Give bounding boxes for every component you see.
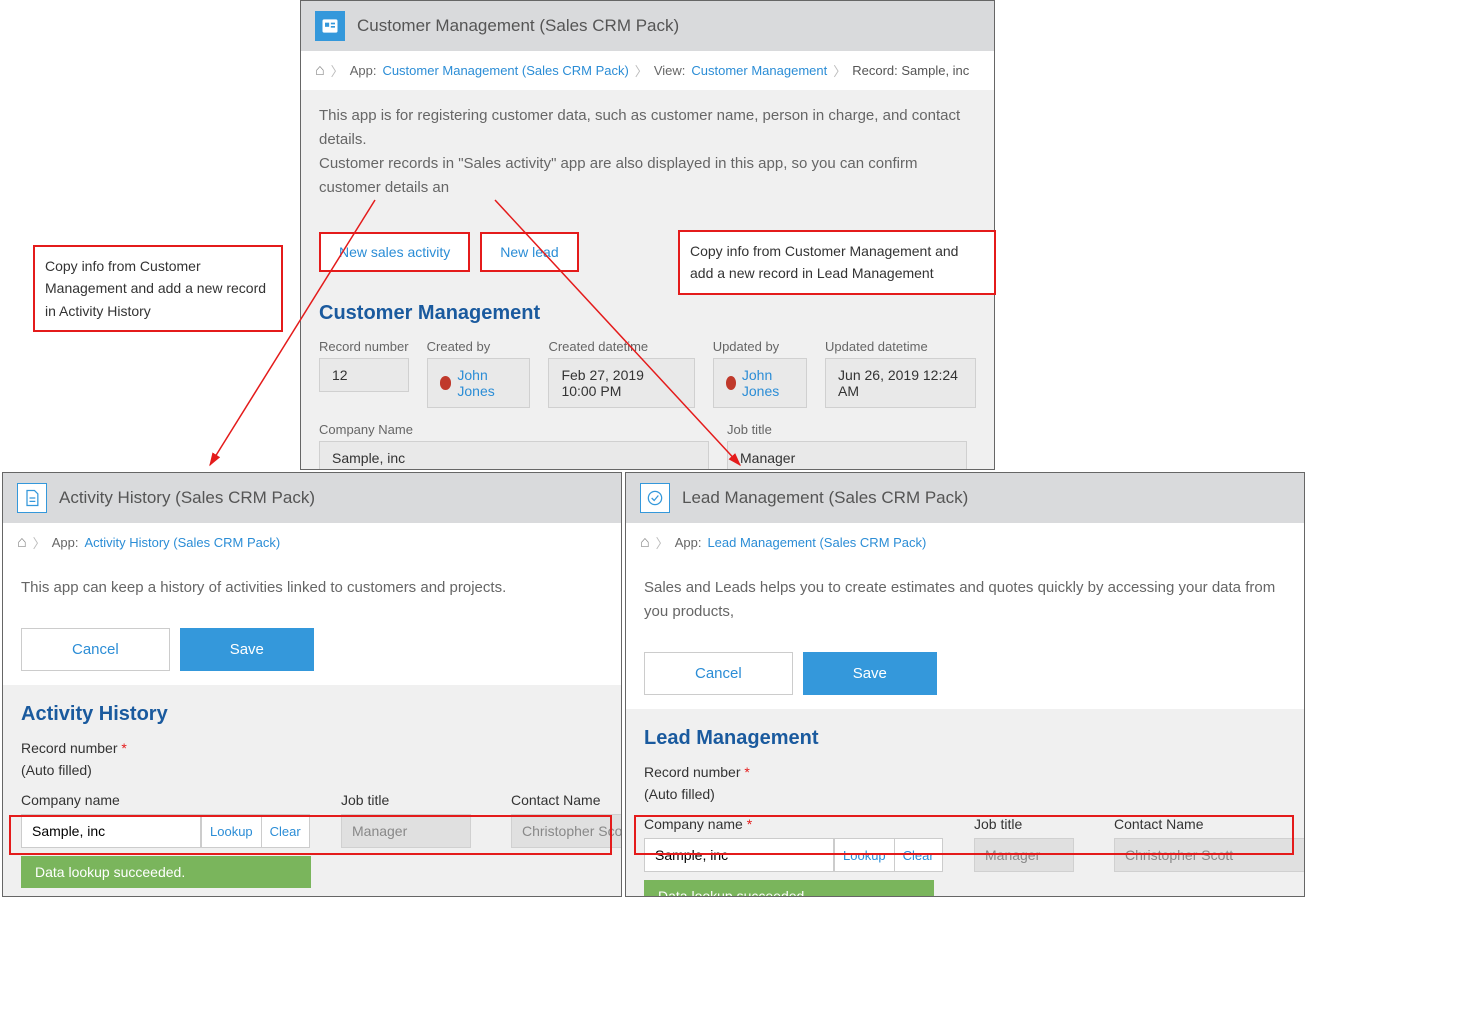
panel-title: Customer Management (Sales CRM Pack) <box>357 16 679 36</box>
created-datetime-label: Created datetime <box>548 339 694 354</box>
created-datetime-value: Feb 27, 2019 10:00 PM <box>548 358 694 408</box>
form-section: Activity History Record number * (Auto f… <box>3 685 621 897</box>
cancel-button[interactable]: Cancel <box>644 652 793 695</box>
clear-button[interactable]: Clear <box>895 838 943 872</box>
avatar-icon <box>440 376 452 390</box>
app-description: This app is for registering customer dat… <box>301 90 994 214</box>
record-number-label: Record number <box>644 764 741 780</box>
breadcrumb: ⌂ 〉 App: Activity History (Sales CRM Pac… <box>3 523 621 562</box>
panel-header: Customer Management (Sales CRM Pack) <box>301 1 994 51</box>
company-name-label: Company name <box>644 816 743 832</box>
annotation-left: Copy info from Customer Management and a… <box>33 245 283 332</box>
lookup-button[interactable]: Lookup <box>201 814 262 848</box>
created-by-label: Created by <box>427 339 531 354</box>
success-message: Data lookup succeeded. <box>644 880 934 897</box>
avatar-icon <box>726 376 736 390</box>
panel-title: Activity History (Sales CRM Pack) <box>59 488 315 508</box>
section-title: Lead Management <box>644 727 1286 750</box>
company-name-label: Company name <box>21 792 301 808</box>
section-title: Activity History <box>21 703 603 726</box>
new-lead-button[interactable]: New lead <box>480 232 578 272</box>
app-icon <box>315 11 345 41</box>
clear-button[interactable]: Clear <box>262 814 310 848</box>
app-icon <box>640 483 670 513</box>
cancel-button[interactable]: Cancel <box>21 628 170 671</box>
contact-name-label: Contact Name <box>1114 816 1305 832</box>
button-row: Cancel Save <box>626 638 1304 709</box>
breadcrumb-app-link[interactable]: Activity History (Sales CRM Pack) <box>84 535 280 550</box>
home-icon[interactable]: ⌂ <box>17 534 27 552</box>
updated-by-value[interactable]: John Jones <box>742 367 794 399</box>
lead-management-panel: Lead Management (Sales CRM Pack) ⌂ 〉 App… <box>625 472 1305 897</box>
new-sales-activity-button[interactable]: New sales activity <box>319 232 470 272</box>
auto-filled: (Auto filled) <box>644 786 1286 802</box>
breadcrumb-app-prefix: App: <box>350 63 377 78</box>
company-name-input[interactable] <box>21 814 201 848</box>
breadcrumb-view-prefix: View: <box>654 63 686 78</box>
annotation-right: Copy info from Customer Management and a… <box>678 230 996 295</box>
company-name-value: Sample, inc <box>319 441 709 470</box>
activity-history-panel: Activity History (Sales CRM Pack) ⌂ 〉 Ap… <box>2 472 622 897</box>
form-section: Lead Management Record number * (Auto fi… <box>626 709 1304 897</box>
panel-header: Activity History (Sales CRM Pack) <box>3 473 621 523</box>
updated-datetime-label: Updated datetime <box>825 339 976 354</box>
app-description: Sales and Leads helps you to create esti… <box>626 562 1304 638</box>
breadcrumb: ⌂ 〉 App: Customer Management (Sales CRM … <box>301 51 994 90</box>
job-title-value: Manager <box>341 814 471 848</box>
company-name-label: Company Name <box>319 422 709 437</box>
created-by-value[interactable]: John Jones <box>457 367 517 399</box>
job-title-value: Manager <box>727 441 967 470</box>
contact-name-value: Christopher Scott <box>511 814 622 848</box>
save-button[interactable]: Save <box>180 628 314 671</box>
panel-title: Lead Management (Sales CRM Pack) <box>682 488 968 508</box>
app-description: This app can keep a history of activitie… <box>3 562 621 614</box>
success-message: Data lookup succeeded. <box>21 856 311 888</box>
home-icon[interactable]: ⌂ <box>640 534 650 552</box>
breadcrumb-app-link[interactable]: Customer Management (Sales CRM Pack) <box>382 63 628 78</box>
panel-header: Lead Management (Sales CRM Pack) <box>626 473 1304 523</box>
button-row: Cancel Save <box>3 614 621 685</box>
section-title: Customer Management <box>319 302 976 325</box>
breadcrumb-app-link[interactable]: Lead Management (Sales CRM Pack) <box>707 535 926 550</box>
job-title-value: Manager <box>974 838 1074 872</box>
breadcrumb-sep: 〉 <box>331 61 344 80</box>
updated-by-label: Updated by <box>713 339 807 354</box>
job-title-label: Job title <box>727 422 967 437</box>
contact-name-label: Contact Name <box>511 792 622 808</box>
home-icon[interactable]: ⌂ <box>315 62 325 80</box>
record-number-label: Record number <box>319 339 409 354</box>
auto-filled: (Auto filled) <box>21 762 603 778</box>
job-title-label: Job title <box>341 792 471 808</box>
job-title-label: Job title <box>974 816 1074 832</box>
app-icon <box>17 483 47 513</box>
company-name-input[interactable] <box>644 838 834 872</box>
contact-name-value: Christopher Scott <box>1114 838 1305 872</box>
save-button[interactable]: Save <box>803 652 937 695</box>
lookup-button[interactable]: Lookup <box>834 838 895 872</box>
record-number-label: Record number <box>21 740 118 756</box>
updated-datetime-value: Jun 26, 2019 12:24 AM <box>825 358 976 408</box>
record-number-value: 12 <box>319 358 409 392</box>
breadcrumb-view-link[interactable]: Customer Management <box>691 63 827 78</box>
breadcrumb: ⌂ 〉 App: Lead Management (Sales CRM Pack… <box>626 523 1304 562</box>
breadcrumb-record: Record: Sample, inc <box>852 63 969 78</box>
